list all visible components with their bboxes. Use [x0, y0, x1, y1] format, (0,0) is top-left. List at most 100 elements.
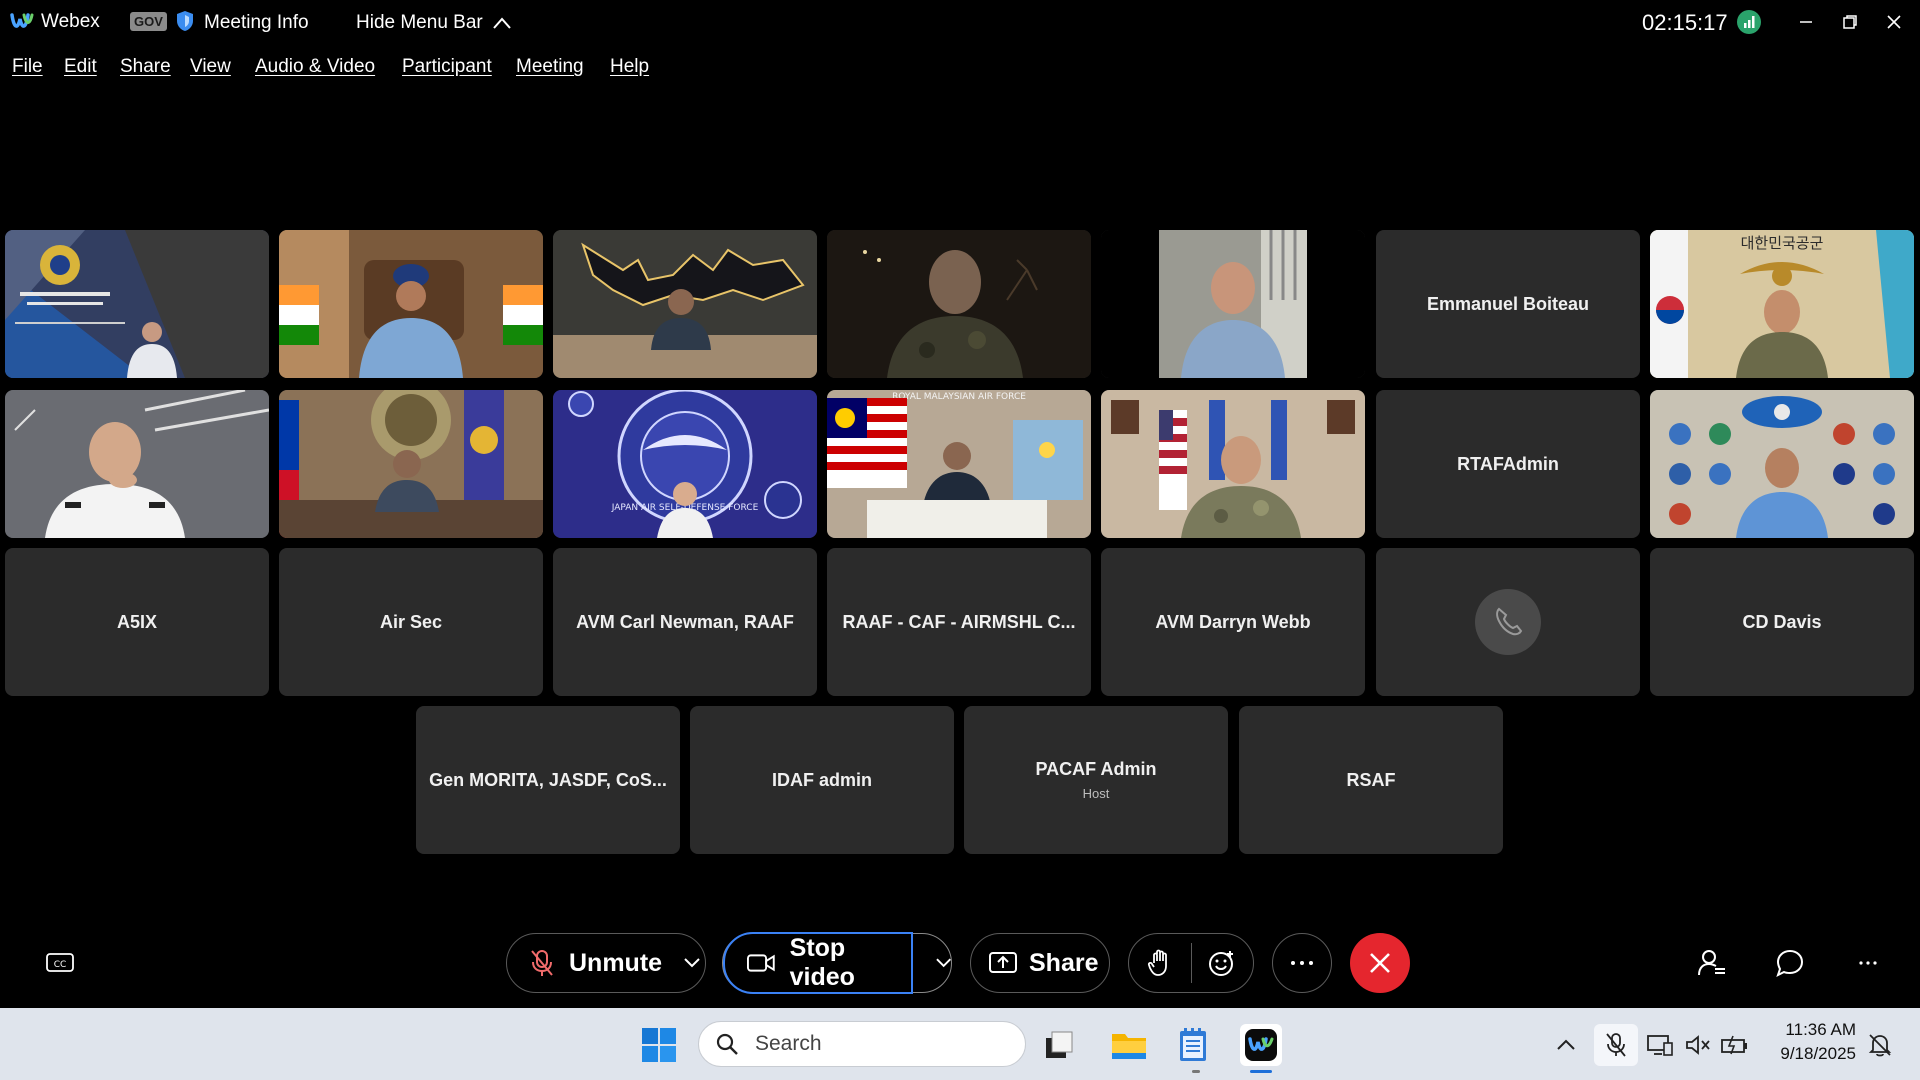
- participant-name: PACAF Admin: [1035, 759, 1157, 779]
- taskbar-search-box[interactable]: Search: [698, 1021, 1026, 1067]
- menu-share[interactable]: Share: [120, 56, 171, 78]
- share-button-group[interactable]: Share: [970, 933, 1110, 993]
- more-options-button[interactable]: [1272, 933, 1332, 993]
- participant-tile[interactable]: CD Davis: [1650, 548, 1914, 696]
- webex-taskbar-icon[interactable]: [1240, 1024, 1282, 1066]
- participant-name: AVM Darryn Webb: [1155, 611, 1311, 632]
- participant-tile[interactable]: RSAF: [1239, 706, 1503, 854]
- video-options-chevron-down-icon[interactable]: [935, 958, 951, 968]
- shield-icon[interactable]: [176, 10, 194, 32]
- video-tile-us-general-flags[interactable]: [1101, 390, 1365, 538]
- video-tile-royal-malaysian-air-force[interactable]: ROYAL MALAYSIAN AIR FORCE: [827, 390, 1091, 538]
- network-signal-icon[interactable]: [1737, 10, 1761, 34]
- participant-tile[interactable]: A5IX: [5, 548, 269, 696]
- file-explorer-icon[interactable]: [1108, 1024, 1150, 1066]
- menu-meeting[interactable]: Meeting: [516, 56, 584, 78]
- hide-menu-bar-button[interactable]: Hide Menu Bar: [356, 12, 511, 34]
- close-icon[interactable]: [1880, 8, 1908, 36]
- participant-tile[interactable]: Gen MORITA, JASDF, CoS...: [416, 706, 680, 854]
- participant-video: [5, 230, 269, 378]
- host-participant-tile[interactable]: PACAF Admin Host: [964, 706, 1228, 854]
- unmute-button[interactable]: Unmute: [569, 949, 662, 978]
- chevron-up-icon: [492, 17, 511, 29]
- muted-microphone-icon: [531, 950, 553, 976]
- participant-video: [5, 390, 269, 538]
- audio-options-chevron-down-icon[interactable]: [684, 958, 700, 968]
- video-tile-officer-blue-shirt[interactable]: [1101, 230, 1365, 378]
- menu-edit[interactable]: Edit: [64, 56, 97, 78]
- participant-tile[interactable]: RTAFAdmin: [1376, 390, 1640, 538]
- menu-file[interactable]: File: [12, 56, 43, 78]
- closed-captions-icon[interactable]: CC: [42, 945, 78, 981]
- menu-audio-video[interactable]: Audio & Video: [255, 56, 375, 78]
- video-tile-indonesia-map[interactable]: [553, 230, 817, 378]
- windows-start-icon[interactable]: [638, 1024, 680, 1066]
- phone-participant-tile[interactable]: [1376, 548, 1640, 696]
- unmute-button-group: Unmute: [506, 933, 706, 993]
- participant-tile[interactable]: Emmanuel Boiteau: [1376, 230, 1640, 378]
- participant-video: 대한민국공군: [1650, 230, 1914, 378]
- network-tray-icon[interactable]: [1642, 1024, 1678, 1066]
- reactions-group: [1128, 933, 1254, 993]
- task-view-icon[interactable]: [1038, 1024, 1080, 1066]
- participant-tile[interactable]: IDAF admin: [690, 706, 954, 854]
- participant-tile[interactable]: AVM Darryn Webb: [1101, 548, 1365, 696]
- share-screen-icon: [989, 952, 1017, 973]
- banner-text: ROYAL MALAYSIAN AIR FORCE: [892, 392, 1026, 402]
- participants-panel-icon[interactable]: [1694, 945, 1730, 981]
- participant-name: A5IX: [116, 611, 158, 632]
- raise-hand-icon[interactable]: [1147, 949, 1173, 977]
- participant-video: [827, 230, 1091, 378]
- menu-participant[interactable]: Participant: [402, 56, 492, 78]
- participant-video: JAPAN AIR SELF-DEFENSE FORCE: [553, 390, 817, 538]
- participant-video: ROYAL MALAYSIAN AIR FORCE: [827, 390, 1091, 538]
- restore-icon[interactable]: [1836, 8, 1864, 36]
- video-tile-officer-white-uniform[interactable]: [5, 390, 269, 538]
- participant-video: [279, 230, 543, 378]
- more-horizontal-icon: [1291, 961, 1313, 965]
- video-tile-japan-air-self-defense-force[interactable]: JAPAN AIR SELF-DEFENSE FORCE: [553, 390, 817, 538]
- menu-view[interactable]: View: [190, 56, 231, 78]
- notepad-running-indicator: [1192, 1070, 1200, 1073]
- participant-name: CD Davis: [1742, 611, 1822, 632]
- video-tile-philippine-air-force[interactable]: [279, 390, 543, 538]
- host-label: Host: [1082, 786, 1110, 801]
- title-bar: Webex GOV Meeting Info Hide Menu Bar 02:…: [0, 0, 1920, 44]
- participant-tile[interactable]: RAAF - CAF - AIRMSHL C...: [827, 548, 1091, 696]
- chat-icon[interactable]: [1772, 945, 1808, 981]
- battery-charging-tray-icon[interactable]: [1716, 1024, 1754, 1066]
- stop-video-button-group: Stop video: [722, 932, 952, 994]
- webex-logo-icon: [10, 13, 34, 28]
- show-hidden-icons-chevron-up-icon[interactable]: [1546, 1024, 1586, 1066]
- video-tile-royal-brunei-air-force[interactable]: [5, 230, 269, 378]
- banner-text: 대한민국공군: [1741, 234, 1824, 252]
- microphone-muted-tray-icon[interactable]: [1594, 1024, 1638, 1066]
- meeting-timer: 02:15:17: [1642, 10, 1728, 35]
- taskbar-clock-time[interactable]: 11:36 AM: [1770, 1020, 1856, 1040]
- video-tile-officer-turban[interactable]: [279, 230, 543, 378]
- reactions-emoji-icon[interactable]: [1208, 949, 1236, 977]
- menu-help[interactable]: Help: [610, 56, 649, 78]
- participant-video: [1101, 390, 1365, 538]
- participant-name: RSAF: [1346, 769, 1396, 790]
- notepad-icon[interactable]: [1172, 1024, 1214, 1066]
- video-tile-officer-insignia-wall[interactable]: [1650, 390, 1914, 538]
- speaker-muted-tray-icon[interactable]: [1680, 1024, 1716, 1066]
- more-horizontal-icon[interactable]: [1850, 945, 1886, 981]
- notifications-bell-icon[interactable]: [1860, 1024, 1900, 1066]
- video-tile-republic-of-korea-air-force[interactable]: 대한민국공군: [1650, 230, 1914, 378]
- participant-name: Emmanuel Boiteau: [1426, 293, 1590, 314]
- participant-tile[interactable]: Air Sec: [279, 548, 543, 696]
- video-tile-dark-room[interactable]: [827, 230, 1091, 378]
- share-button[interactable]: Share: [1029, 949, 1098, 978]
- close-x-icon: [1370, 953, 1390, 973]
- participant-video: [553, 230, 817, 378]
- taskbar-clock-date[interactable]: 9/18/2025: [1770, 1044, 1856, 1064]
- minimize-icon[interactable]: [1792, 8, 1820, 36]
- participant-name: AVM Carl Newman, RAAF: [576, 611, 794, 632]
- meeting-info-button[interactable]: Meeting Info: [204, 12, 309, 34]
- search-icon: [716, 1033, 738, 1055]
- participant-video: [1101, 230, 1365, 378]
- leave-meeting-button[interactable]: [1350, 933, 1410, 993]
- participant-tile[interactable]: AVM Carl Newman, RAAF: [553, 548, 817, 696]
